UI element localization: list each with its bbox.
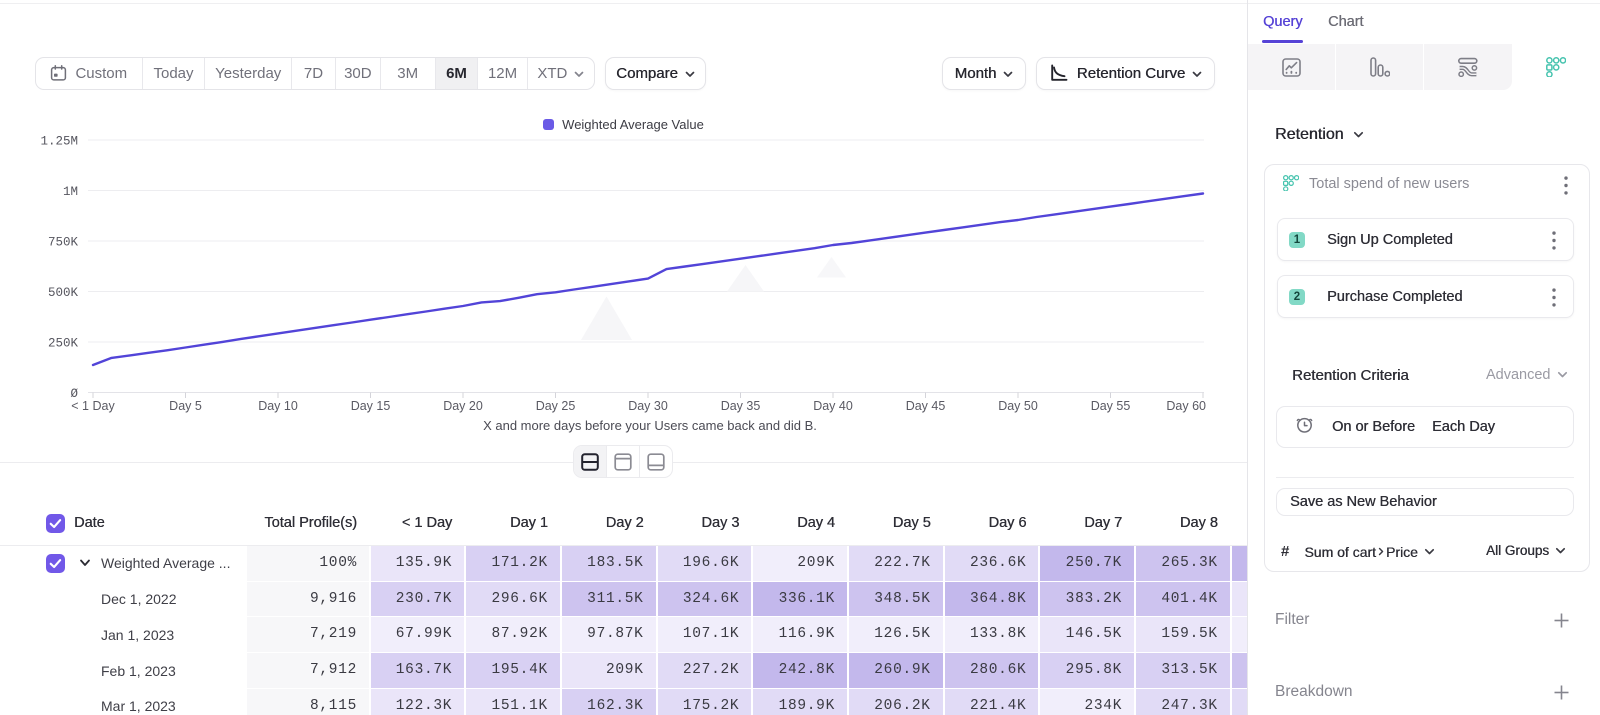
svg-text:Day 35: Day 35 [721, 399, 761, 413]
svg-text:Day 55: Day 55 [1091, 399, 1131, 413]
svg-text:750K: 750K [48, 236, 79, 250]
svg-text:500K: 500K [48, 286, 79, 300]
svg-text:Day 30: Day 30 [628, 399, 668, 413]
svg-text:250K: 250K [48, 337, 79, 351]
svg-text:Day 10: Day 10 [258, 399, 298, 413]
svg-text:Day 25: Day 25 [536, 399, 576, 413]
svg-text:Day 40: Day 40 [813, 399, 853, 413]
svg-text:Day 60: Day 60 [1166, 399, 1206, 413]
svg-text:1.25M: 1.25M [40, 135, 78, 149]
svg-text:Day 15: Day 15 [351, 399, 391, 413]
svg-text:< 1 Day: < 1 Day [71, 399, 115, 413]
svg-text:Day 45: Day 45 [906, 399, 946, 413]
svg-text:1M: 1M [63, 185, 78, 199]
svg-text:Day 50: Day 50 [998, 399, 1038, 413]
svg-text:Day 5: Day 5 [169, 399, 202, 413]
svg-text:Day 20: Day 20 [443, 399, 483, 413]
